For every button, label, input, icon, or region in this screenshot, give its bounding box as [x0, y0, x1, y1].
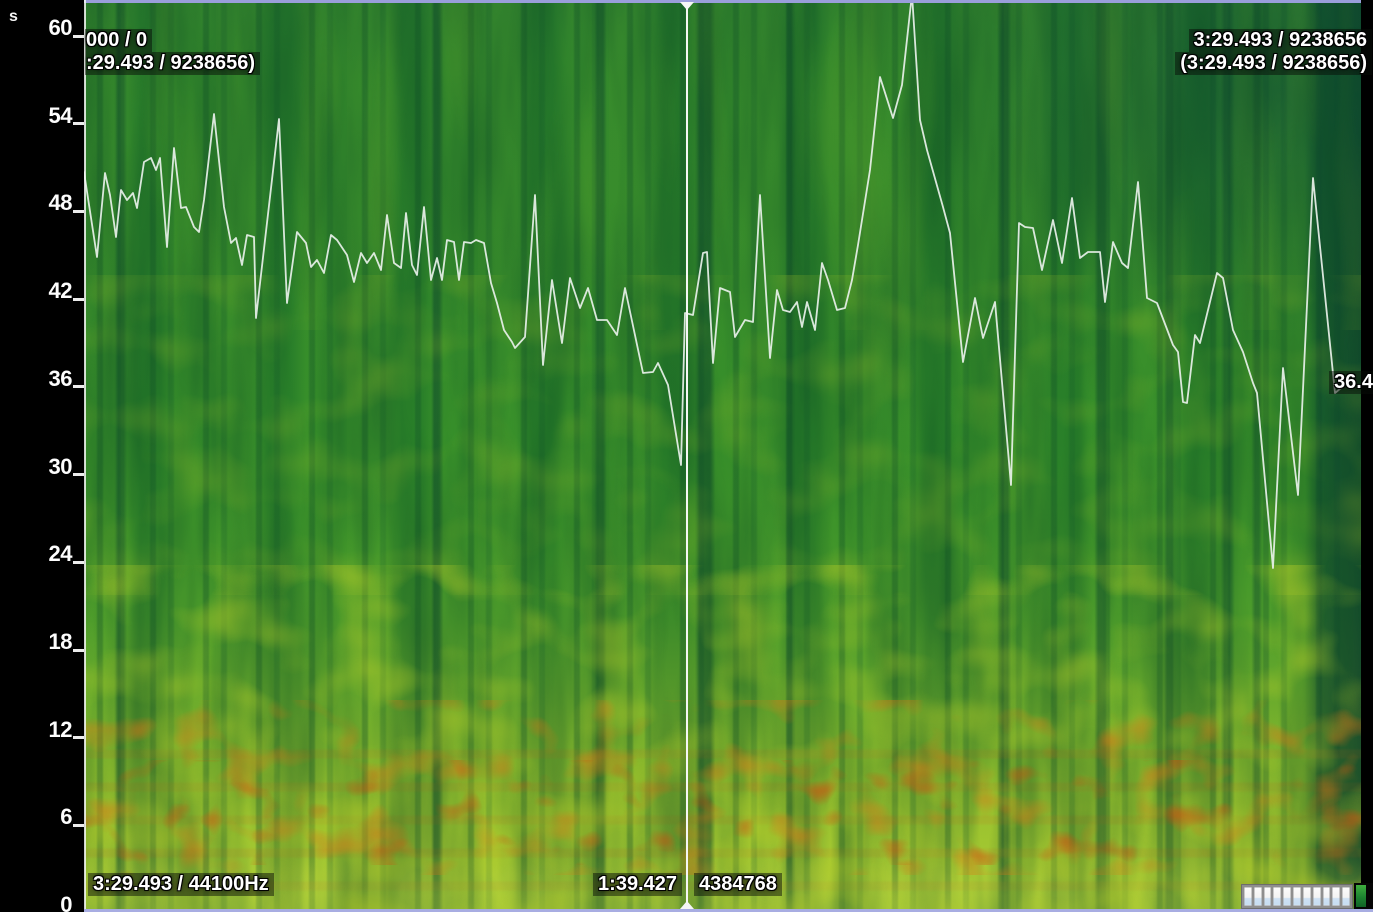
ruler-tick-label: 12: [49, 717, 72, 743]
thumbwheel-segment: [1323, 887, 1331, 906]
ruler-tick-label: 0: [60, 892, 72, 912]
ruler-tick: 6: [60, 804, 84, 830]
audio-end-gap: [1361, 0, 1373, 912]
ruler-tick-mark: [73, 473, 84, 476]
ruler-tick-label: 54: [49, 103, 72, 129]
ruler-tick: 48: [49, 190, 84, 216]
thumbwheel-segment: [1303, 887, 1311, 906]
ruler-tick: 12: [49, 717, 84, 743]
time-ruler: s 60544842363024181260: [0, 0, 84, 912]
readout-top-right-line2: (3:29.493 / 9238656): [1175, 52, 1372, 75]
ruler-tick-mark: [73, 35, 84, 38]
thumbwheel-segment: [1342, 887, 1350, 906]
ruler-tick-mark: [73, 385, 84, 388]
ruler-tick-mark: [73, 298, 84, 301]
ruler-tick-mark: [73, 824, 84, 827]
thumbwheel-segment: [1254, 887, 1262, 906]
ruler-tick-label: 18: [49, 629, 72, 655]
ruler-tick-mark: [73, 736, 84, 739]
audio-analysis-window: s 60544842363024181260 000 / 0 :29.493 /…: [0, 0, 1373, 912]
readout-cursor-frame: 4384768: [694, 873, 782, 896]
pane-top-border: [84, 0, 1361, 3]
ruler-tick: 42: [49, 278, 84, 304]
ruler-tick-mark: [73, 122, 84, 125]
ruler-tick-label: 6: [60, 804, 72, 830]
pane-left-edge-line: [84, 0, 86, 909]
readout-cursor-time: 1:39.427: [593, 873, 682, 896]
ruler-tick-mark: [73, 649, 84, 652]
ruler-tick-label: 36: [49, 366, 72, 392]
spectrogram-pane[interactable]: [85, 0, 1361, 912]
vertical-zoom-widget[interactable]: [1354, 883, 1373, 909]
ruler-tick: 0: [60, 892, 84, 912]
thumbwheel-segment: [1244, 887, 1252, 906]
playhead-bottom-marker-icon: [680, 901, 694, 909]
trace-value-readout: 36.4: [1329, 371, 1373, 394]
ruler-tick-mark: [73, 210, 84, 213]
ruler-tick: 60: [49, 15, 84, 41]
thumbwheel-segment: [1332, 887, 1340, 906]
readout-duration-samplerate: 3:29.493 / 44100Hz: [88, 873, 274, 896]
horizontal-zoom-thumbwheel[interactable]: [1241, 884, 1353, 909]
thumbwheel-segment: [1293, 887, 1301, 906]
playhead-top-marker-icon: [680, 2, 694, 10]
ruler-tick-label: 60: [49, 15, 72, 41]
ruler-tick: 24: [49, 541, 84, 567]
spectrogram-texture: [85, 0, 1361, 912]
ruler-tick: 54: [49, 103, 84, 129]
ruler-tick-label: 42: [49, 278, 72, 304]
readout-top-left-line2: :29.493 / 9238656): [85, 52, 260, 75]
playhead-cursor[interactable]: [686, 2, 688, 909]
thumbwheel-segment: [1283, 887, 1291, 906]
vertical-zoom-indicator: [1356, 885, 1366, 907]
ruler-tick: 36: [49, 366, 84, 392]
ruler-tick-label: 24: [49, 541, 72, 567]
ruler-tick: 18: [49, 629, 84, 655]
ruler-tick-mark: [73, 561, 84, 564]
thumbwheel-segment: [1313, 887, 1321, 906]
thumbwheel-segment: [1264, 887, 1272, 906]
thumbwheel-segment: [1273, 887, 1281, 906]
ruler-tick: 30: [49, 454, 84, 480]
readout-top-right-line1: 3:29.493 / 9238656: [1189, 29, 1373, 52]
ruler-unit-label: s: [9, 8, 18, 26]
readout-top-left-line1: 000 / 0: [85, 29, 152, 52]
ruler-tick-label: 48: [49, 190, 72, 216]
ruler-tick-label: 30: [49, 454, 72, 480]
